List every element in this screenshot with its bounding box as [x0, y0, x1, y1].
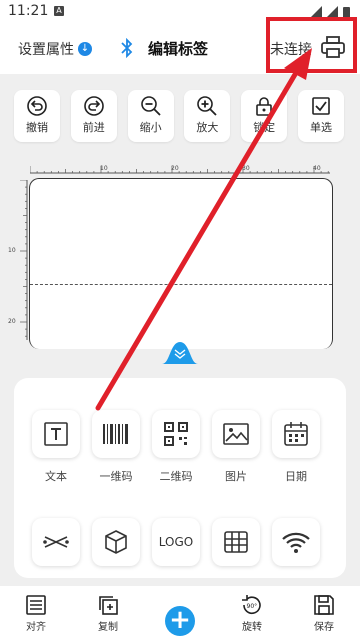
add-element-button[interactable]: + [150, 586, 210, 636]
status-time: 11:21 [8, 3, 49, 19]
bluetooth-icon[interactable] [120, 38, 134, 58]
ruler-tick-label: 10 [8, 247, 16, 254]
ruler-tick-label: 20 [171, 165, 179, 172]
zoom-out-icon [140, 96, 161, 116]
zoom-out-label: 缩小 [139, 121, 162, 134]
qrcode-icon [164, 422, 188, 446]
wifi-icon [282, 532, 310, 553]
redo-button[interactable]: 前进 [70, 90, 117, 142]
copy-label: 复制 [98, 622, 118, 633]
align-icon [26, 595, 46, 615]
cube-icon [105, 530, 127, 554]
zoom-in-icon [197, 96, 218, 116]
add-qrcode-item[interactable]: 二维码 [152, 410, 200, 484]
printer-icon[interactable] [320, 35, 346, 59]
add-shape-item[interactable] [92, 518, 140, 566]
set-properties-button[interactable]: 设置属性 ↓ [18, 39, 92, 59]
image-icon [223, 423, 249, 445]
rotate-icon: 90° [242, 595, 261, 615]
align-label: 对齐 [26, 622, 46, 633]
add-image-item[interactable]: 图片 [212, 410, 260, 484]
lock-button[interactable]: 锁定 [241, 90, 288, 142]
zoom-in-button[interactable]: 放大 [184, 90, 231, 142]
checkbox-icon [312, 97, 330, 115]
add-table-item[interactable] [212, 518, 260, 566]
add-logo-item[interactable]: LOGO [152, 518, 200, 566]
table-icon [224, 531, 248, 553]
label-canvas-area: 10 20 30 40 10 20 [0, 150, 360, 349]
add-qrcode-label: 二维码 [159, 470, 193, 483]
calendar-icon [284, 422, 308, 446]
app-bar: 设置属性 ↓ 编辑标签 未连接 [0, 24, 360, 74]
status-bar: 11:21 A [0, 0, 360, 24]
add-line-item[interactable] [32, 518, 80, 566]
connection-status[interactable]: 未连接 [270, 39, 312, 59]
copy-button[interactable]: 复制 [78, 586, 138, 633]
redo-label: 前进 [82, 121, 105, 134]
barcode-icon [103, 424, 128, 444]
save-button[interactable]: 保存 [294, 586, 354, 633]
undo-button[interactable]: 撤销 [14, 90, 60, 142]
bottom-bar: 对齐 复制 + 90° 旋转 保存 [0, 586, 360, 639]
rotate-label: 旋转 [242, 622, 262, 633]
left-ruler: 10 20 [8, 180, 28, 340]
ruler-tick-label: 10 [100, 165, 108, 172]
elements-panel: 文本 一维码 二维码 图片 日期 LOGO [14, 378, 346, 578]
collapse-panel-handle[interactable] [162, 338, 198, 364]
ruler-tick-label: 40 [313, 165, 321, 172]
rotate-button[interactable]: 90° 旋转 [222, 586, 282, 633]
single-select-label: 单选 [309, 121, 332, 134]
label-divider [30, 284, 332, 285]
ruler-tick-label: 30 [242, 165, 250, 172]
single-select-button[interactable]: 单选 [297, 90, 344, 142]
notification-icon: A [54, 6, 64, 16]
shape-lines-icon [43, 536, 69, 548]
system-status-icons [310, 6, 350, 18]
copy-icon [99, 596, 118, 615]
add-date-item[interactable]: 日期 [272, 410, 320, 484]
download-icon: ↓ [78, 42, 92, 56]
redo-icon [83, 96, 104, 116]
lock-icon [256, 97, 272, 116]
add-text-item[interactable]: 文本 [32, 410, 80, 484]
align-button[interactable]: 对齐 [6, 586, 66, 633]
text-icon [44, 422, 68, 446]
set-properties-label: 设置属性 [18, 42, 74, 58]
save-icon [314, 595, 334, 615]
plus-icon: + [165, 606, 195, 636]
undo-icon [27, 96, 47, 116]
zoom-out-button[interactable]: 缩小 [127, 90, 174, 142]
add-barcode-label: 一维码 [99, 470, 133, 483]
add-text-label: 文本 [45, 470, 67, 483]
logo-icon: LOGO [158, 535, 194, 549]
add-date-label: 日期 [285, 470, 307, 483]
label-sheet[interactable] [29, 178, 333, 349]
rotate-badge: 90° [247, 603, 258, 610]
page-title: 编辑标签 [148, 40, 209, 58]
zoom-in-label: 放大 [196, 121, 219, 134]
lock-label: 锁定 [253, 121, 276, 134]
add-image-label: 图片 [225, 470, 247, 483]
undo-label: 撤销 [26, 121, 48, 134]
top-ruler: 10 20 30 40 [30, 165, 330, 174]
save-label: 保存 [314, 622, 334, 633]
edit-toolbar: 撤销 前进 缩小 放大 锁定 单选 [14, 90, 344, 142]
add-wifi-item[interactable] [272, 518, 320, 566]
add-barcode-item[interactable]: 一维码 [92, 410, 140, 484]
ruler-tick-label: 20 [8, 318, 16, 325]
